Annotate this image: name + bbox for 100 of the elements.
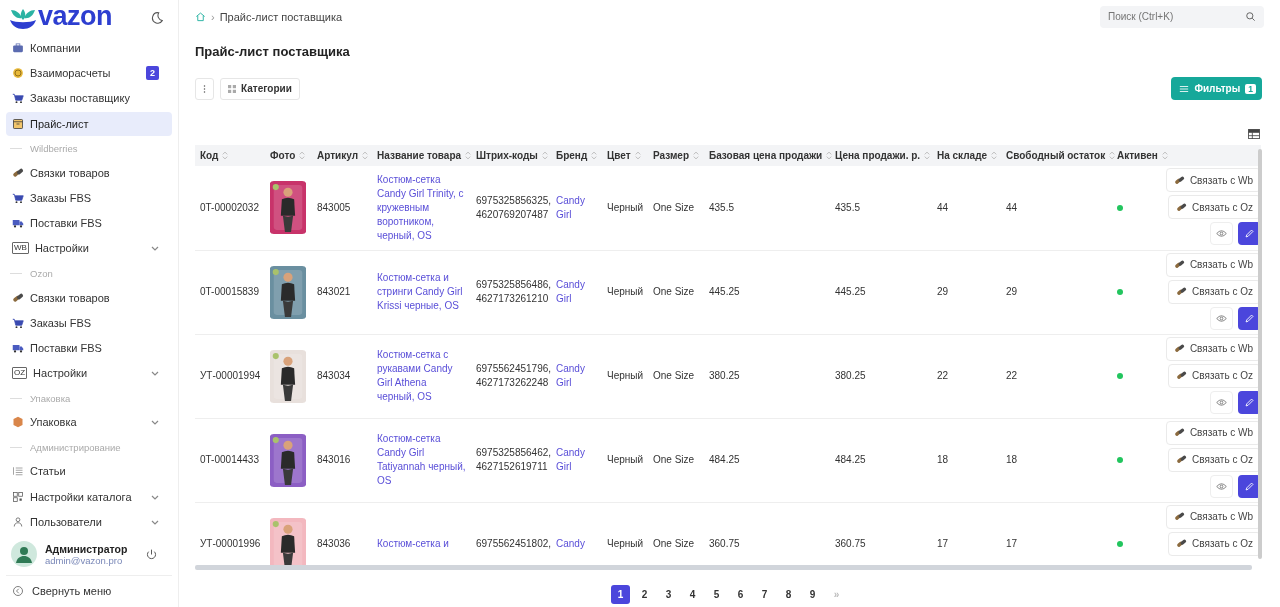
link-button[interactable]: Связать с Oz — [1168, 195, 1261, 219]
brand-link[interactable]: Candy Girl — [556, 278, 597, 306]
table-cell: 0T-00002032 — [195, 166, 265, 250]
sidebar-item[interactable]: Компании — [6, 36, 172, 60]
sidebar-item[interactable]: Заказы поставщику — [6, 86, 172, 111]
brand-link[interactable]: Candy Girl — [556, 446, 597, 474]
table-cell: One Size — [648, 250, 704, 334]
table-cell: 44 — [1001, 166, 1112, 250]
column-header[interactable]: Название товара — [377, 150, 462, 161]
table-cell: 18 — [1001, 418, 1112, 502]
user-email: admin@vazon.pro — [45, 554, 123, 566]
table-cell: 445.25 — [830, 250, 932, 334]
table-cell: 22 — [932, 334, 1001, 418]
section-label: Ozon — [30, 268, 53, 279]
table-cell: 380.25 — [830, 334, 932, 418]
sidebar-item[interactable]: Упаковка — [6, 410, 172, 435]
link-button[interactable]: Связать с Oz — [1168, 531, 1261, 556]
table-cell: 6975325856462, 4627152619711 — [471, 418, 551, 502]
table-cell: 0T-00015839 — [195, 250, 265, 334]
table-cell: 484.25 — [830, 418, 932, 502]
column-header[interactable]: Цвет — [607, 150, 631, 161]
page-button[interactable]: 2 — [635, 585, 654, 604]
section-label: Wildberries — [30, 143, 78, 155]
table-cell: One Size — [648, 166, 704, 250]
table-cell: One Size — [648, 334, 704, 418]
column-header[interactable]: Бренд — [556, 150, 588, 161]
link-button[interactable]: Связать с Wb — [1165, 252, 1261, 277]
table-cell: 435.5 — [704, 166, 830, 250]
column-header[interactable]: Активен — [1117, 150, 1158, 161]
product-link[interactable]: Костюм-сетка и — [377, 537, 466, 551]
sidebar-item[interactable]: Статьи — [6, 459, 172, 484]
logo-text: vazon — [38, 1, 113, 31]
product-link[interactable]: Костюм-сетка Candy Girl Trinity, с кружевным воротником, черный, OS — [377, 172, 466, 243]
page-button[interactable]: 8 — [779, 585, 798, 604]
table-cell: 843034 — [312, 334, 372, 418]
link-button[interactable]: Связать с Wb — [1165, 168, 1261, 192]
link-button[interactable]: Связать с Wb — [1165, 504, 1261, 529]
table-cell: 29 — [1001, 250, 1112, 334]
page-button[interactable]: 9 — [803, 585, 822, 604]
sidebar-item[interactable]: WB Настройки — [6, 236, 172, 261]
table-cell: 6975325856486, 4627173261210 — [471, 250, 551, 334]
link-button[interactable]: Связать с Oz — [1168, 279, 1261, 304]
table-cell: Черный — [602, 334, 648, 418]
sidebar-item[interactable]: Пользователи — [6, 509, 172, 534]
table-cell: One Size — [648, 418, 704, 502]
sidebar-item[interactable]: OZ Настройки — [6, 361, 172, 386]
column-header[interactable]: Артикул — [317, 150, 359, 161]
brand-link[interactable]: Candy — [556, 537, 597, 551]
column-header[interactable]: Код — [200, 150, 219, 161]
table-cell: Черный — [602, 250, 648, 334]
sidebar-item[interactable]: Настройки каталога — [6, 484, 172, 509]
sidebar-item[interactable]: Связки товаров — [6, 160, 172, 185]
categories-button[interactable]: Категории — [220, 77, 300, 100]
table-cell: 843016 — [312, 418, 372, 502]
page-title: Прайс-лист поставщика — [195, 44, 351, 60]
sidebar-item[interactable]: Поставки FBS — [6, 211, 172, 236]
table-cell: 22 — [1001, 334, 1112, 418]
product-link[interactable]: Костюм-сетка и стринги Candy Girl Krissi черные, OS — [377, 271, 466, 313]
sidebar-item[interactable]: Прайс-лист — [6, 111, 172, 136]
brand-link[interactable]: Candy Girl — [556, 362, 597, 390]
collapse-menu-button[interactable]: Свернуть меню — [6, 576, 172, 606]
page-button[interactable]: 7 — [755, 585, 774, 604]
link-button[interactable]: Связать с Wb — [1165, 336, 1261, 361]
table-cell: 44 — [932, 166, 1001, 250]
column-header[interactable]: На складе — [937, 150, 988, 161]
product-link[interactable]: Костюм-сетка Candy Girl Tatiyannah черный, OS — [377, 432, 466, 488]
tag-icon: OZ — [12, 367, 28, 380]
column-header[interactable]: Свободный остаток — [1006, 150, 1106, 161]
column-header[interactable]: Штрих-коды — [476, 150, 538, 161]
table-cell: 843021 — [312, 250, 372, 334]
sidebar-item[interactable]: Поставки FBS — [6, 335, 172, 360]
page-button[interactable]: 6 — [731, 585, 750, 604]
product-link[interactable]: Костюм-сетка с рукавами Candy Girl Athena черный, OS — [377, 348, 466, 404]
table-cell: 29 — [932, 250, 1001, 334]
column-header[interactable]: Базовая цена продажи — [709, 150, 823, 161]
link-button[interactable]: Связать с Oz — [1168, 363, 1261, 388]
column-header[interactable]: Цена продажи. р. — [835, 150, 921, 161]
sidebar-item[interactable]: Заказы FBS — [6, 310, 172, 335]
search-field[interactable]: Поиск (Ctrl+K) — [1100, 5, 1264, 28]
table-cell: 6975325856325, 4620769207487 — [471, 166, 551, 250]
page-button[interactable]: 1 — [611, 585, 630, 604]
count-badge: 2 — [146, 66, 159, 81]
table-cell: Черный — [602, 166, 648, 250]
page-button[interactable]: 4 — [683, 585, 702, 604]
column-header[interactable]: Размер — [653, 150, 689, 161]
link-button[interactable]: Связать с Oz — [1168, 447, 1261, 472]
sidebar-item[interactable]: Связки товаров — [6, 285, 172, 310]
tag-icon: WB — [12, 242, 29, 255]
sidebar-item[interactable]: Заказы FBS — [6, 185, 172, 210]
sidebar-item[interactable]: Взаиморасчеты 2 — [6, 61, 172, 86]
column-header[interactable]: Фото — [270, 150, 296, 161]
link-button[interactable]: Связать с Wb — [1165, 420, 1261, 445]
brand-link[interactable]: Candy Girl — [556, 193, 597, 222]
table-cell: 0T-00014433 — [195, 418, 265, 502]
table-cell: Черный — [602, 418, 648, 502]
table-cell: 435.5 — [830, 166, 932, 250]
section-label: Администрирование — [30, 441, 121, 453]
breadcrumb-separator: › — [211, 10, 215, 23]
page-button[interactable]: 5 — [707, 585, 726, 604]
page-button[interactable]: 3 — [659, 585, 678, 604]
